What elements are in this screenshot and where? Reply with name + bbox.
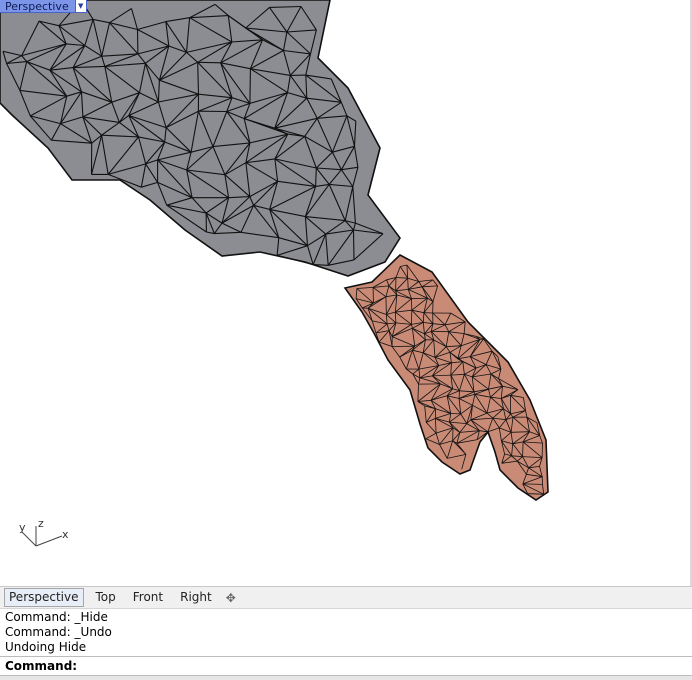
tab-front[interactable]: Front <box>128 588 168 607</box>
command-line[interactable]: Command: <box>0 656 692 676</box>
mesh-model[interactable] <box>0 0 692 586</box>
mesh-edge <box>315 167 317 187</box>
hand-mesh-surface <box>343 254 549 501</box>
tab-top[interactable]: Top <box>91 588 121 607</box>
mesh-edge <box>527 493 544 495</box>
mesh-edge <box>407 278 409 290</box>
axis-label-z: z <box>38 517 44 530</box>
history-line: Command: _Undo <box>5 625 112 639</box>
sleeve-mesh-surface <box>0 0 401 277</box>
command-prompt: Command: <box>5 659 78 673</box>
mesh-edge <box>249 68 251 104</box>
command-input[interactable] <box>81 659 687 673</box>
axis-label-x: x <box>62 528 69 541</box>
perspective-viewport[interactable]: Perspective ▼ y z x <box>0 0 692 586</box>
axis-gizmo: y z x <box>14 516 74 556</box>
mesh-edge <box>352 229 355 260</box>
status-strip <box>0 676 692 680</box>
mesh-edge <box>522 483 543 485</box>
triangle-down-icon[interactable]: ▼ <box>75 0 87 13</box>
mesh-edge <box>313 264 329 266</box>
viewport-title[interactable]: Perspective ▼ <box>0 0 87 13</box>
axis-label-y: y <box>19 521 26 534</box>
mesh-edge <box>522 441 524 457</box>
tab-right[interactable]: Right <box>175 588 217 607</box>
plus-icon[interactable]: ✥ <box>226 591 236 605</box>
tab-perspective[interactable]: Perspective <box>4 588 84 607</box>
history-line: Command: _Hide <box>5 610 108 624</box>
mesh-edge <box>197 61 221 64</box>
mesh-edge <box>385 296 387 315</box>
viewport-label-text[interactable]: Perspective <box>0 0 76 13</box>
command-history[interactable]: Command: _Hide Command: _Undo Undoing Hi… <box>0 609 692 656</box>
viewport-tabs: Perspective Top Front Right ✥ <box>0 586 692 609</box>
history-line: Undoing Hide <box>5 640 87 654</box>
